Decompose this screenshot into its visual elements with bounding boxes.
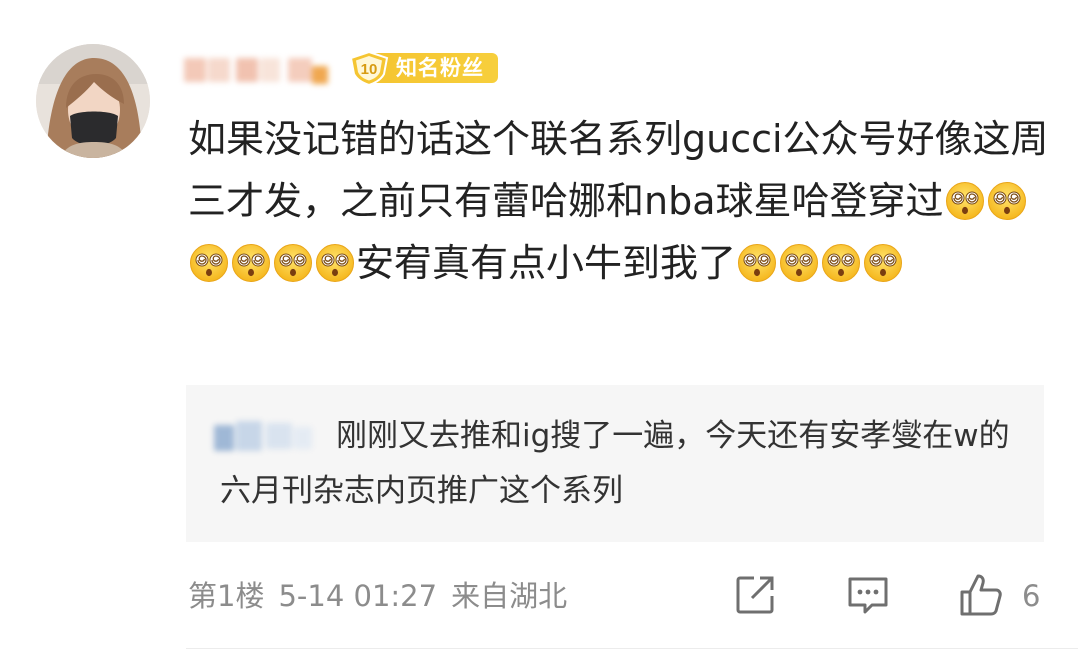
comment-card: 10 知名粉丝 如果没记错的话这个联名系列gucci公众号好像这周三才发，之前只…: [0, 0, 1078, 659]
dizzy-face-emoji-icon: [189, 243, 229, 283]
thumbs-up-icon[interactable]: [958, 572, 1004, 618]
like-count: 6: [1022, 579, 1041, 613]
avatar-photo: [36, 44, 150, 158]
divider: [186, 648, 1078, 649]
comment-text-part-2: 安宥真有点小牛到我了: [356, 241, 737, 285]
location: 来自湖北: [451, 579, 568, 613]
dizzy-face-emoji-icon: [737, 243, 777, 283]
dizzy-face-emoji-icon: [273, 243, 313, 283]
svg-text:10: 10: [361, 61, 378, 78]
comment-icon[interactable]: [845, 572, 891, 618]
dizzy-face-emoji-icon: [779, 243, 819, 283]
dizzy-face-emoji-icon: [231, 243, 271, 283]
fan-badge-label: 知名粉丝: [374, 53, 498, 83]
timestamp: 5-14 01:27: [278, 579, 438, 613]
dizzy-face-emoji-icon: [945, 181, 985, 221]
dizzy-face-emoji-icon: [315, 243, 355, 283]
avatar[interactable]: [36, 44, 150, 158]
comment-text-part-1: 如果没记错的话这个联名系列gucci公众号好像这周三才发，之前只有蕾哈娜和nba…: [188, 117, 1049, 223]
reply-preview[interactable]: 刚刚又去推和ig搜了一遍，今天还有安孝燮在w的六月刊杂志内页推广这个系列: [186, 385, 1044, 542]
floor-number: 第1楼: [188, 579, 265, 613]
dizzy-face-emoji-icon: [863, 243, 903, 283]
dizzy-face-emoji-icon: [987, 181, 1027, 221]
comment-meta: 第1楼 5-14 01:27 来自湖北: [188, 573, 567, 619]
comment-body: 如果没记错的话这个联名系列gucci公众号好像这周三才发，之前只有蕾哈娜和nba…: [188, 108, 1058, 294]
fan-level-shield-icon: 10: [349, 50, 389, 86]
dizzy-face-emoji-icon: [821, 243, 861, 283]
fan-level-badge[interactable]: 10 知名粉丝: [348, 50, 498, 86]
reply-text: 刚刚又去推和ig搜了一遍，今天还有安孝燮在w的六月刊杂志内页推广这个系列: [220, 418, 1010, 509]
username-redacted[interactable]: [184, 52, 334, 88]
share-icon[interactable]: [732, 572, 778, 618]
